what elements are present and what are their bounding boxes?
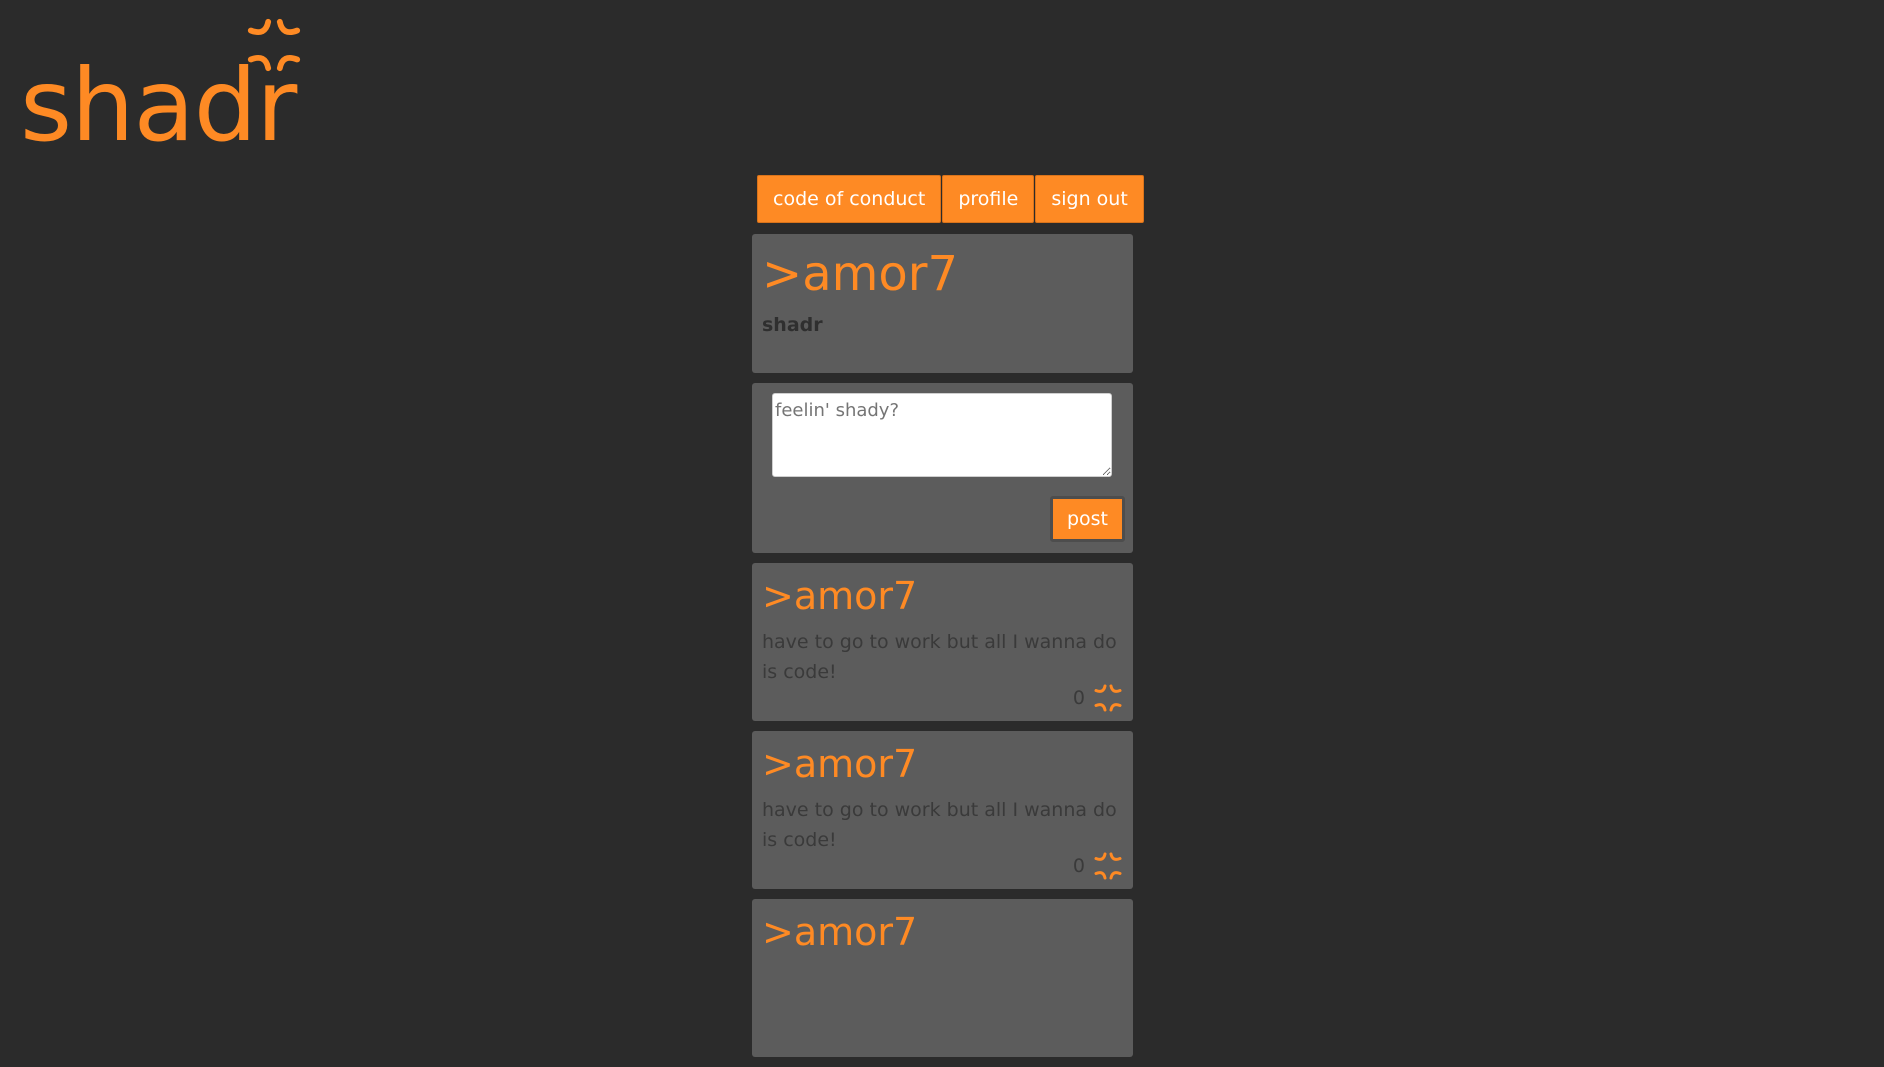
post-handle[interactable]: >amor7: [762, 739, 1123, 789]
post-button[interactable]: post: [1049, 496, 1125, 542]
top-nav: code of conduct profile sign out: [757, 175, 1145, 223]
anger-symbol-icon[interactable]: [1093, 683, 1123, 713]
post-handle[interactable]: >amor7: [762, 571, 1123, 621]
post-body: have to go to work but all I wanna do is…: [762, 799, 1117, 851]
post-footer: 0: [1073, 851, 1123, 881]
profile-button[interactable]: profile: [942, 175, 1035, 223]
post-footer: 0: [1073, 683, 1123, 713]
profile-card: >amor7 shadr: [752, 234, 1133, 373]
code-of-conduct-button[interactable]: code of conduct: [757, 175, 942, 223]
profile-subtitle: shadr: [762, 314, 823, 336]
brand-logo[interactable]: shadr: [20, 16, 310, 156]
anger-symbol-icon: [247, 18, 301, 72]
post-body: have to go to work but all I wanna do is…: [762, 631, 1117, 683]
sign-out-button[interactable]: sign out: [1035, 175, 1144, 223]
anger-symbol-icon[interactable]: [1093, 851, 1123, 881]
feed-column: >amor7 shadr post >amor7 have to go to w…: [752, 234, 1133, 1067]
profile-handle: >amor7: [762, 246, 959, 302]
post-card: >amor7 have to go to work but all I wann…: [752, 731, 1133, 889]
compose-input[interactable]: [772, 393, 1112, 477]
post-handle[interactable]: >amor7: [762, 907, 1123, 957]
reaction-count: 0: [1072, 855, 1085, 877]
post-card: >amor7 have to go to work but all I wann…: [752, 563, 1133, 721]
compose-card: post: [752, 383, 1133, 553]
reaction-count: 0: [1072, 687, 1085, 709]
post-card: >amor7: [752, 899, 1133, 1057]
